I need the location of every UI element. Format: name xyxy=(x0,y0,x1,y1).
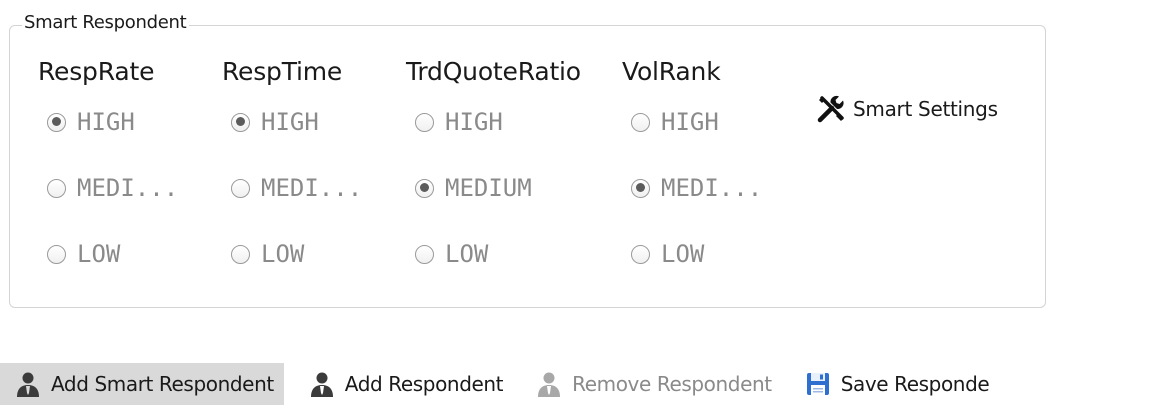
column-header: TrdQuoteRatio xyxy=(406,57,581,86)
radio-label: MEDI... xyxy=(661,174,763,202)
save-respondent-label: Save Responde xyxy=(840,372,990,396)
radio-button[interactable] xyxy=(415,178,434,198)
add-user-icon xyxy=(17,372,39,397)
radio-label: LOW xyxy=(77,240,121,268)
radio-button[interactable] xyxy=(415,112,434,132)
column-trd-quote-ratio: TrdQuoteRatio HIGH MEDIUM LOW xyxy=(406,55,581,287)
column-header: VolRank xyxy=(622,57,721,86)
radio-button[interactable] xyxy=(47,112,66,132)
radio-button[interactable] xyxy=(415,244,434,264)
column-resp-rate: RespRate HIGH MEDI... LOW xyxy=(38,55,178,287)
radio-option-high[interactable]: HIGH xyxy=(222,89,362,155)
radio-label: HIGH xyxy=(661,108,719,136)
radio-button[interactable] xyxy=(231,178,250,198)
smart-respondent-panel: Smart Respondent RespRate HIGH MEDI... L… xyxy=(0,0,1174,405)
radio-label: LOW xyxy=(261,240,305,268)
smart-settings-button[interactable]: Smart Settings xyxy=(815,93,998,125)
remove-user-icon xyxy=(538,372,561,397)
radio-label: LOW xyxy=(445,240,489,268)
add-respondent-label: Add Respondent xyxy=(344,372,504,396)
radio-button[interactable] xyxy=(47,244,66,264)
radio-option-low[interactable]: LOW xyxy=(406,221,581,287)
radio-label: MEDI... xyxy=(261,174,363,202)
radio-label: MEDIUM xyxy=(445,174,532,202)
column-resp-time: RespTime HIGH MEDI... LOW xyxy=(222,55,362,287)
radio-button[interactable] xyxy=(631,178,650,198)
column-header: RespTime xyxy=(222,57,343,86)
column-vol-rank: VolRank HIGH MEDI... LOW xyxy=(622,55,762,287)
add-smart-respondent-button[interactable]: Add Smart Respondent xyxy=(0,363,284,405)
radio-label: HIGH xyxy=(77,108,135,136)
radio-option-low[interactable]: LOW xyxy=(622,221,762,287)
add-smart-respondent-label: Add Smart Respondent xyxy=(51,372,274,396)
radio-option-medium[interactable]: MEDIUM xyxy=(406,155,581,221)
radio-label: LOW xyxy=(661,240,705,268)
radio-button[interactable] xyxy=(231,244,250,264)
column-header: RespRate xyxy=(38,57,155,86)
radio-option-low[interactable]: LOW xyxy=(222,221,362,287)
radio-label: HIGH xyxy=(445,108,503,136)
radio-option-high[interactable]: HIGH xyxy=(38,89,178,155)
radio-option-high[interactable]: HIGH xyxy=(406,89,581,155)
radio-label: HIGH xyxy=(261,108,319,136)
save-icon xyxy=(806,373,829,395)
radio-option-medium[interactable]: MEDI... xyxy=(622,155,762,221)
groupbox-title: Smart Respondent xyxy=(22,12,190,34)
add-respondent-button[interactable]: Add Respondent xyxy=(294,363,511,405)
radio-option-medium[interactable]: MEDI... xyxy=(222,155,362,221)
save-respondent-button[interactable]: Save Responde xyxy=(790,363,998,405)
remove-respondent-label: Remove Respondent xyxy=(572,372,772,396)
radio-label: MEDI... xyxy=(77,174,179,202)
remove-respondent-button[interactable]: Remove Respondent xyxy=(521,363,780,405)
tools-icon xyxy=(817,95,844,123)
radio-option-low[interactable]: LOW xyxy=(38,221,178,287)
smart-settings-label: Smart Settings xyxy=(853,97,998,121)
radio-button[interactable] xyxy=(631,112,650,132)
add-user-icon xyxy=(310,372,333,397)
radio-button[interactable] xyxy=(631,244,650,264)
radio-button[interactable] xyxy=(47,178,66,198)
radio-button[interactable] xyxy=(231,112,250,132)
respondent-toolbar: Add Smart Respondent Add Respondent Remo… xyxy=(0,363,1174,405)
radio-option-medium[interactable]: MEDI... xyxy=(38,155,178,221)
radio-option-high[interactable]: HIGH xyxy=(622,89,762,155)
